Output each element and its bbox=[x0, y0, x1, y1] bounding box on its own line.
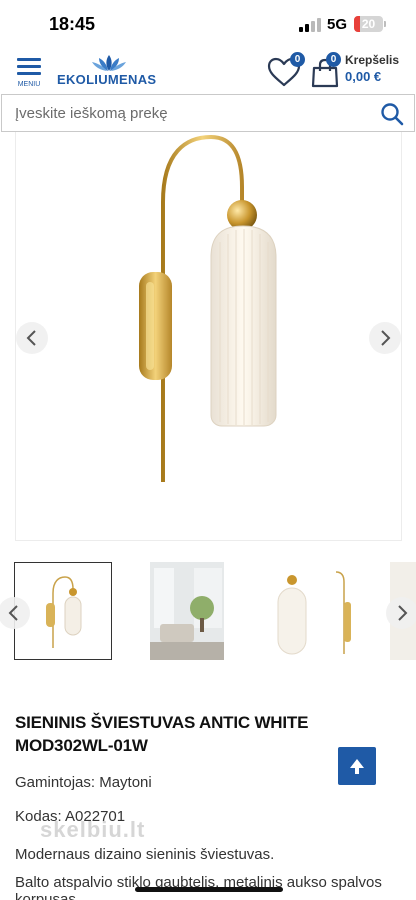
product-description-line-3: korpusas. bbox=[15, 891, 81, 900]
cart-label[interactable]: Krepšelis bbox=[345, 53, 399, 67]
signal-icon bbox=[299, 18, 321, 32]
search-bar bbox=[1, 94, 415, 132]
chevron-left-icon bbox=[8, 605, 18, 621]
search-button[interactable] bbox=[380, 102, 404, 126]
status-time: 18:45 bbox=[49, 14, 96, 34]
thumbnail-carousel bbox=[0, 562, 416, 662]
wishlist-count-badge: 0 bbox=[290, 52, 305, 67]
status-bar: 18:45 5G 20 bbox=[0, 0, 416, 48]
product-title: SIENINIS ŠVIESTUVAS ANTIC WHITE MOD302WL… bbox=[15, 713, 309, 755]
wishlist-button[interactable]: 0 bbox=[266, 52, 306, 88]
battery-percent: 20 bbox=[361, 17, 376, 31]
thumbnail-lamp-side-image bbox=[277, 571, 351, 655]
scroll-to-top-button[interactable] bbox=[338, 747, 376, 785]
site-header: MENIU EKOLIUMENAS 0 0 Krepšelis 0,00 € bbox=[0, 48, 416, 94]
search-input[interactable] bbox=[2, 95, 370, 131]
product-manufacturer: Gamintojas: Maytoni bbox=[15, 774, 152, 791]
thumbnail-3[interactable] bbox=[258, 562, 360, 660]
arrow-up-icon bbox=[350, 759, 364, 774]
watermark: skelbiu.lt bbox=[40, 817, 146, 842]
wall-lamp-image bbox=[139, 134, 277, 482]
thumbnail-2[interactable] bbox=[150, 562, 224, 660]
network-label: 5G bbox=[327, 16, 348, 33]
cart-button[interactable]: 0 bbox=[311, 52, 347, 88]
cart-count-badge: 0 bbox=[326, 52, 341, 67]
thumbnail-prev-button[interactable] bbox=[0, 597, 30, 629]
chevron-right-icon bbox=[398, 605, 408, 621]
chevron-left-icon bbox=[26, 330, 36, 346]
lotus-logo-icon bbox=[92, 55, 126, 71]
cart-total[interactable]: 0,00 € bbox=[345, 69, 381, 84]
main-image-prev-button[interactable] bbox=[16, 322, 48, 354]
main-image-next-button[interactable] bbox=[369, 322, 401, 354]
menu-button[interactable]: MENIU bbox=[15, 56, 43, 90]
logo-text: EKOLIUMENAS bbox=[57, 72, 157, 87]
battery-tip bbox=[384, 21, 386, 27]
thumbnail-next-button[interactable] bbox=[386, 597, 416, 629]
product-main-image[interactable] bbox=[15, 132, 402, 541]
product-description: Modernaus dizaino sieninis šviestuvas. bbox=[15, 846, 275, 863]
search-icon bbox=[381, 103, 404, 126]
menu-label: MENIU bbox=[17, 81, 41, 88]
battery-icon: 20 bbox=[354, 16, 383, 32]
home-indicator bbox=[135, 887, 283, 892]
chevron-right-icon bbox=[381, 330, 391, 346]
thumbnail-interior-image bbox=[150, 562, 224, 660]
site-logo[interactable]: EKOLIUMENAS bbox=[57, 54, 159, 90]
